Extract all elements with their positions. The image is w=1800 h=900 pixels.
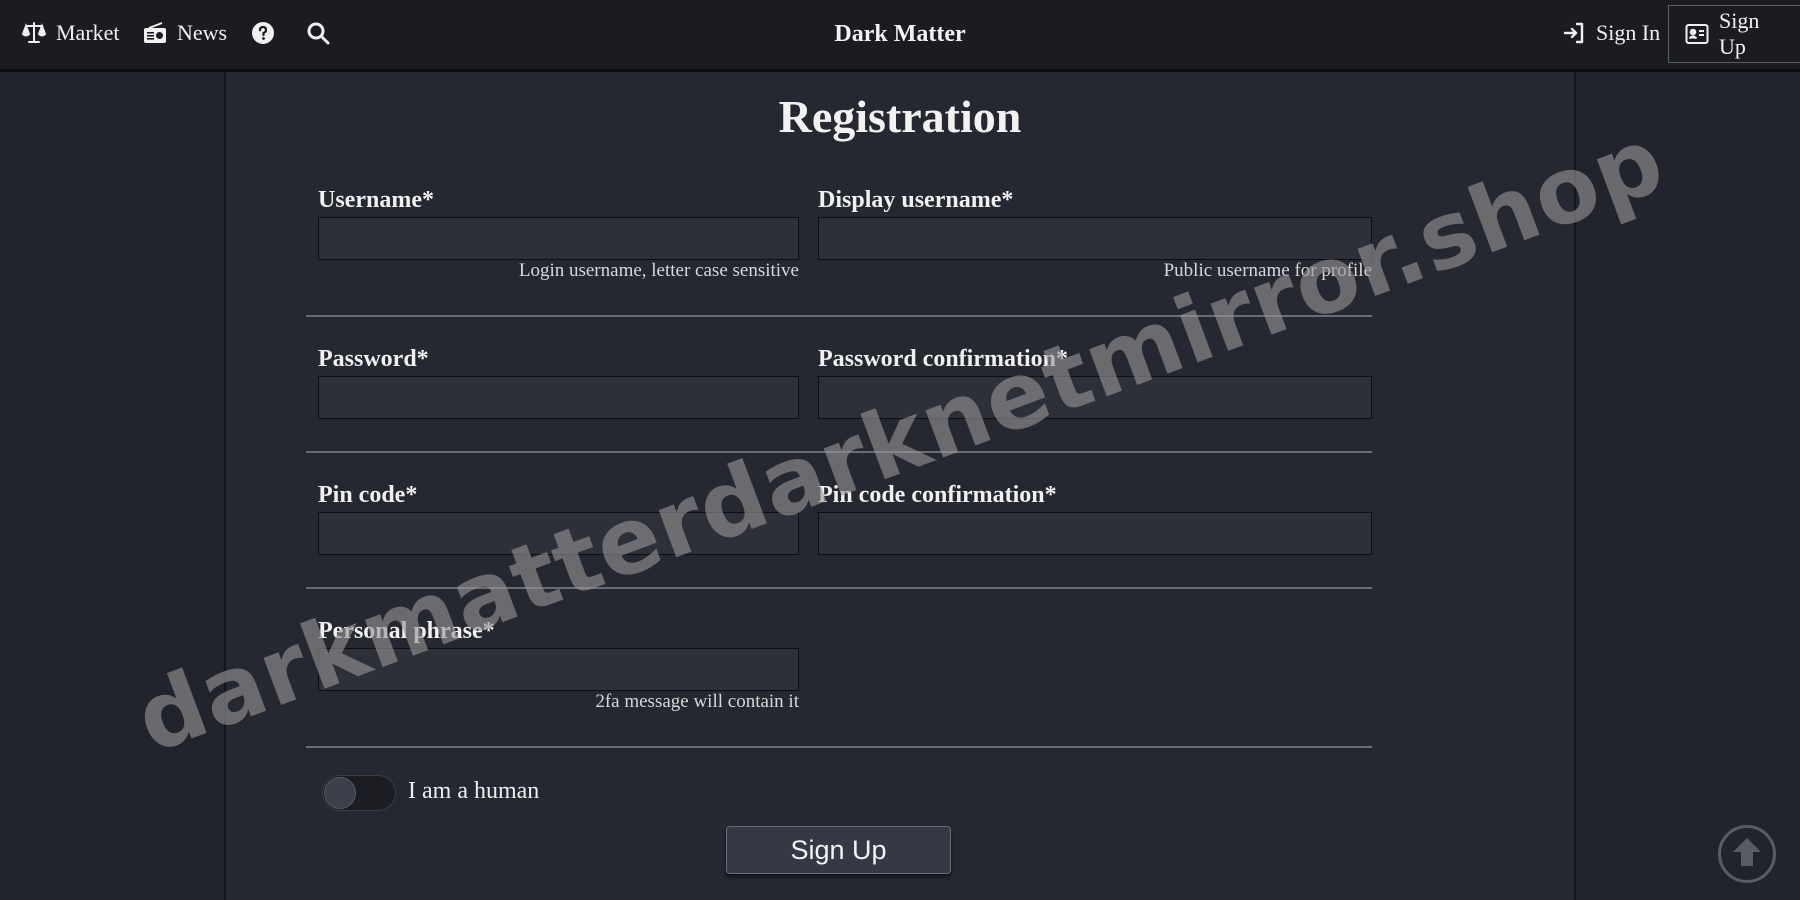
nav-sign-in[interactable]: Sign In	[1562, 0, 1660, 66]
section-divider	[306, 587, 1372, 589]
arrow-up-circle-icon	[1730, 835, 1764, 874]
display-username-hint: Public username for profile	[1163, 260, 1372, 281]
password-confirmation-field[interactable]	[818, 376, 1372, 419]
sign-up-button[interactable]: Sign Up	[726, 826, 951, 874]
human-toggle-label: I am a human	[408, 778, 540, 804]
nav-news-label: News	[177, 20, 228, 45]
top-navbar: Market News Dark Matter Sign In Sign Up	[0, 0, 1800, 72]
nav-sign-up-label: Sign Up	[1719, 8, 1760, 59]
display-username-field[interactable]	[818, 217, 1372, 260]
scale-icon	[22, 21, 46, 45]
pin-code-field[interactable]	[318, 512, 799, 555]
search-icon	[306, 21, 330, 45]
question-circle-icon	[251, 21, 275, 45]
human-toggle[interactable]	[322, 775, 396, 811]
pin-code-confirmation-field[interactable]	[818, 512, 1372, 555]
password-confirmation-label: Password confirmation*	[818, 346, 1068, 372]
registration-panel: Registration Username* Login username, l…	[224, 72, 1576, 900]
password-field[interactable]	[318, 376, 799, 419]
section-divider	[306, 451, 1372, 453]
username-hint: Login username, letter case sensitive	[518, 260, 799, 281]
pin-code-confirmation-label: Pin code confirmation*	[818, 482, 1057, 508]
personal-phrase-hint: 2fa message will contain it	[595, 691, 799, 712]
page-title: Registration	[778, 91, 1022, 142]
nav-help[interactable]	[251, 0, 285, 66]
nav-news[interactable]: News	[143, 0, 227, 66]
personal-phrase-field[interactable]	[318, 648, 799, 691]
username-label: Username*	[318, 187, 434, 213]
section-divider	[306, 315, 1372, 317]
nav-market-label: Market	[56, 20, 120, 45]
sign-in-icon	[1562, 21, 1586, 45]
password-label: Password*	[318, 346, 429, 372]
section-divider	[306, 746, 1372, 748]
username-field[interactable]	[318, 217, 799, 260]
toggle-knob	[324, 777, 356, 809]
nav-sign-in-label: Sign In	[1596, 20, 1661, 45]
display-username-label: Display username*	[818, 187, 1014, 213]
personal-phrase-label: Personal phrase*	[318, 618, 495, 644]
id-card-icon	[1685, 22, 1709, 46]
pin-code-label: Pin code*	[318, 482, 418, 508]
nav-search[interactable]	[306, 0, 340, 66]
radio-icon	[143, 21, 167, 45]
nav-sign-up[interactable]: Sign Up	[1668, 5, 1800, 63]
scroll-to-top-button[interactable]	[1718, 825, 1776, 883]
nav-market[interactable]: Market	[22, 0, 120, 66]
